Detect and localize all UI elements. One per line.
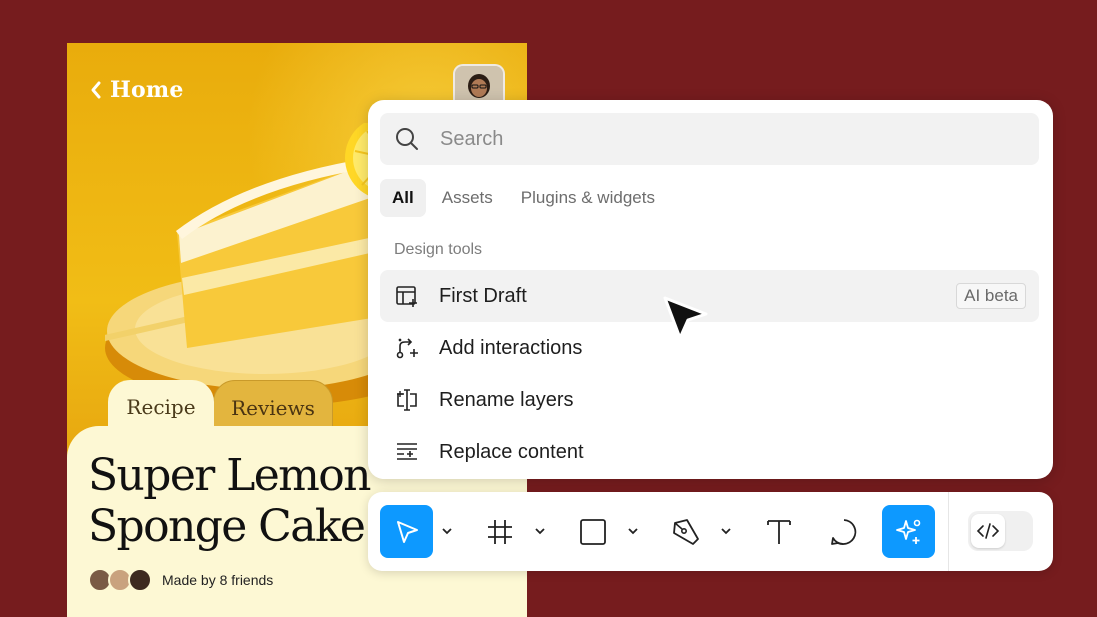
frame-icon [487,519,512,544]
made-by-row: Made by 8 friends [88,568,273,592]
menu-item-label: Replace content [439,440,584,463]
friend-avatar [128,568,152,592]
tab-recipe[interactable]: Recipe [108,380,214,438]
rectangle-icon [579,518,606,545]
text-tool-button[interactable] [752,505,805,558]
back-home-link[interactable]: Home [89,77,184,103]
search-icon [396,128,418,150]
ai-sparkle-icon [895,519,920,544]
menu-item-replace-content[interactable]: Replace content [380,426,1039,478]
tab-all[interactable]: All [380,179,426,217]
filter-tabs: All Assets Plugins & widgets [380,179,667,217]
move-icon [396,520,418,543]
pen-tool-button[interactable] [659,505,712,558]
search-input[interactable] [438,126,1002,152]
ai-beta-badge: AI beta [956,283,1026,309]
rename-icon [397,389,417,411]
move-tool-button[interactable] [380,505,433,558]
pen-icon [672,518,699,545]
replace-content-icon [397,443,417,460]
actions-panel: All Assets Plugins & widgets Design tool… [368,100,1053,479]
comment-icon [830,518,856,545]
recipe-title: Super Lemon Sponge Cake [88,450,372,552]
tab-plugins-widgets[interactable]: Plugins & widgets [509,179,667,217]
chevron-left-icon [91,81,101,99]
chevron-down-icon[interactable] [440,524,454,538]
code-icon [976,523,1000,539]
layout-plus-icon [396,286,417,307]
mouse-cursor-icon [663,296,708,340]
home-label: Home [110,77,184,103]
title-line-2: Sponge Cake [88,501,366,552]
chevron-down-icon[interactable] [626,524,640,538]
text-icon [766,519,791,544]
section-label: Design tools [394,241,483,258]
toggle-knob [971,514,1005,548]
toolbar-divider [948,492,949,571]
menu-item-rename-layers[interactable]: Rename layers [380,374,1039,426]
title-line-1: Super Lemon [88,450,372,501]
made-by-text: Made by 8 friends [162,572,274,588]
ai-tool-button[interactable] [882,505,935,558]
menu-item-label: Rename layers [439,388,574,411]
rectangle-tool-button[interactable] [566,505,619,558]
frame-tool-button[interactable] [473,505,526,558]
tab-assets[interactable]: Assets [430,179,505,217]
interactions-icon [396,338,418,359]
menu-item-label: Add interactions [439,336,583,359]
chevron-down-icon[interactable] [533,524,547,538]
comment-tool-button[interactable] [817,505,870,558]
design-toolbar [368,492,1053,571]
search-box[interactable] [380,113,1039,165]
dev-mode-toggle[interactable] [968,511,1033,551]
menu-item-label: First Draft [439,284,527,307]
chevron-down-icon[interactable] [719,524,733,538]
